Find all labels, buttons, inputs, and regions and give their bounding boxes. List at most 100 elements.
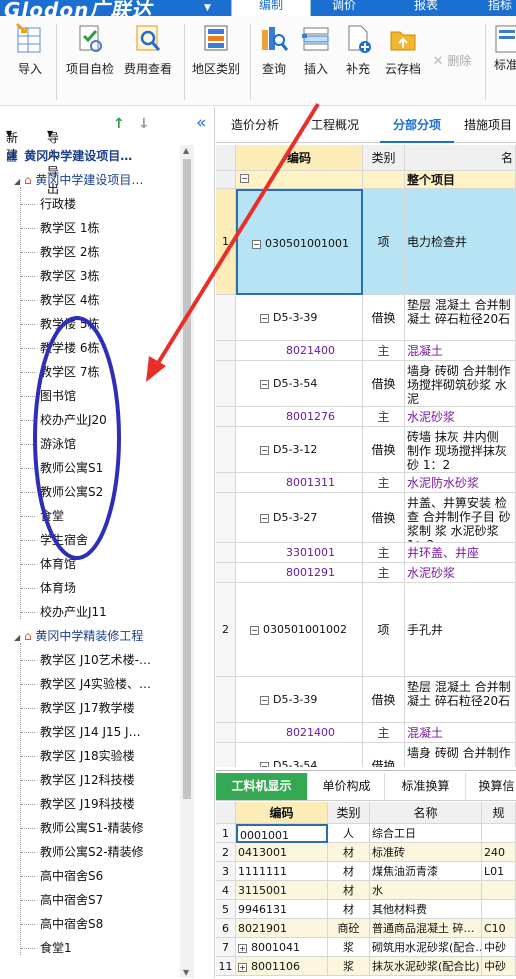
tree-scrollbar[interactable]: ▲ ▼ bbox=[180, 145, 194, 978]
cloud-archive-button[interactable]: 云存档 bbox=[380, 22, 426, 77]
tab-conversion-info[interactable]: 换算信 bbox=[467, 773, 516, 800]
row-code[interactable]: −030501001002 bbox=[236, 583, 363, 677]
tree-item[interactable]: 食堂 bbox=[40, 505, 64, 527]
query-button[interactable]: 查询 bbox=[256, 22, 292, 77]
resource-code[interactable]: +8001041 bbox=[236, 938, 328, 957]
header-code[interactable]: 编码 bbox=[236, 145, 363, 171]
collapse-icon[interactable]: − bbox=[260, 695, 269, 705]
resource-header-spec[interactable]: 规 bbox=[482, 802, 516, 824]
tree-item[interactable]: 教学区 4栋 bbox=[40, 289, 99, 311]
resource-header-name[interactable]: 名称 bbox=[370, 802, 482, 824]
tree-item[interactable]: 教学区 J18实验楼 bbox=[40, 745, 135, 767]
tree-item[interactable]: 教学区 J12科技楼 bbox=[40, 769, 135, 791]
tree-item[interactable]: 教学区 J19科技楼 bbox=[40, 793, 135, 815]
row-code[interactable]: − D5-3-39 bbox=[236, 677, 363, 723]
collapse-icon[interactable]: − bbox=[260, 313, 269, 323]
resource-header-code[interactable]: 编码 bbox=[236, 802, 328, 824]
cost-view-button[interactable]: 费用查看 bbox=[122, 22, 174, 77]
row-code[interactable]: 8001311 bbox=[236, 473, 363, 493]
row-code[interactable]: − D5-3-12 bbox=[236, 427, 363, 473]
tree-item[interactable]: 高中宿舍S7 bbox=[40, 889, 103, 911]
tab-project-overview[interactable]: 工程概况 bbox=[300, 107, 370, 143]
expand-icon[interactable]: + bbox=[238, 962, 247, 972]
tree-item[interactable]: 图书馆 bbox=[40, 385, 76, 407]
tree-item[interactable]: 学生宿舍 bbox=[40, 529, 88, 551]
row-code[interactable]: − D5-3-27 bbox=[236, 493, 363, 543]
collapse-icon[interactable]: − bbox=[260, 761, 269, 767]
tree-group-construction[interactable]: ◢ ⌂ 黄冈中学建设项目… bbox=[14, 169, 143, 191]
collapse-panel-icon[interactable]: « bbox=[196, 113, 206, 133]
tree-item[interactable]: 教师公寓S1-精装修 bbox=[40, 817, 144, 839]
tree-item[interactable]: 食堂1 bbox=[40, 937, 72, 959]
resource-code[interactable]: 9946131 bbox=[236, 900, 328, 919]
region-category-button[interactable]: 地区类别 bbox=[190, 22, 242, 77]
import-button[interactable]: 导入 bbox=[12, 22, 48, 77]
tab-resource-display[interactable]: 工料机显示 bbox=[216, 773, 308, 800]
tree-item[interactable]: 游泳馆 bbox=[40, 433, 76, 455]
header-type[interactable]: 类别 bbox=[363, 145, 405, 171]
tree-item[interactable]: 教学楼 5栋 bbox=[40, 313, 99, 335]
insert-button[interactable]: 插入 bbox=[298, 22, 334, 77]
row-code[interactable]: − D5-3-54 bbox=[236, 361, 363, 407]
row-code[interactable]: 8001276 bbox=[236, 407, 363, 427]
tree-item[interactable]: 教学区 J14 J15 J… bbox=[40, 721, 141, 743]
tab-zhibiao[interactable]: 指标 bbox=[480, 0, 516, 16]
tree-item[interactable]: 教学区 1栋 bbox=[40, 217, 99, 239]
collapse-icon[interactable]: − bbox=[260, 379, 269, 389]
move-up-icon[interactable]: ↑ bbox=[113, 116, 125, 132]
scroll-down-icon[interactable]: ▼ bbox=[183, 968, 189, 977]
row-code[interactable]: − D5-3-54 bbox=[236, 743, 363, 767]
tab-tiaojia[interactable]: 调价 bbox=[316, 0, 372, 16]
tree-item[interactable]: 教学区 3栋 bbox=[40, 265, 99, 287]
standard-button[interactable]: 标准 bbox=[494, 22, 516, 73]
scroll-up-icon[interactable]: ▲ bbox=[183, 146, 189, 155]
tree-item[interactable]: 教学区 7栋 bbox=[40, 361, 99, 383]
resource-code[interactable]: 1111111 bbox=[236, 862, 328, 881]
tree-item[interactable]: 教师公寓S2-精装修 bbox=[40, 841, 144, 863]
tree-item[interactable]: 教师公寓S2 bbox=[40, 481, 103, 503]
row-code[interactable]: 8021400 bbox=[236, 723, 363, 743]
expand-icon[interactable]: + bbox=[238, 943, 247, 953]
row-code[interactable]: 8021400 bbox=[236, 341, 363, 361]
collapse-icon[interactable]: − bbox=[250, 625, 259, 635]
supplement-button[interactable]: 补充 bbox=[340, 22, 376, 77]
row-code[interactable]: 8001291 bbox=[236, 563, 363, 583]
scroll-thumb[interactable] bbox=[183, 159, 191, 799]
section-toggle[interactable]: − bbox=[236, 171, 363, 189]
app-menu-dropdown-icon[interactable]: ▼ bbox=[204, 3, 211, 13]
resource-code[interactable]: 0001001 bbox=[236, 824, 328, 843]
row-code[interactable]: − D5-3-39 bbox=[236, 295, 363, 341]
header-name[interactable]: 名 bbox=[405, 145, 516, 171]
resource-code[interactable]: 3115001 bbox=[236, 881, 328, 900]
tree-item[interactable]: 行政楼 bbox=[40, 193, 76, 215]
tree-item[interactable]: 体育馆 bbox=[40, 553, 76, 575]
resource-code[interactable]: 0413001 bbox=[236, 843, 328, 862]
delete-button[interactable]: ✕ 删除 bbox=[428, 52, 476, 69]
resource-code[interactable]: 8021901 bbox=[236, 919, 328, 938]
move-down-icon[interactable]: ↓ bbox=[138, 116, 150, 132]
tree-item[interactable]: 教师公寓S1 bbox=[40, 457, 103, 479]
row-code[interactable]: −030501001001 bbox=[236, 189, 363, 295]
tab-measures[interactable]: 措施项目 bbox=[464, 107, 516, 143]
resource-code[interactable]: +8001106 bbox=[236, 957, 328, 976]
tab-baobiao[interactable]: 报表 bbox=[398, 0, 454, 16]
tree-item[interactable]: 高中宿舍S8 bbox=[40, 913, 103, 935]
tree-root[interactable]: ▦ 黄冈中学建设项目… bbox=[6, 145, 132, 167]
tree-item[interactable]: 校办产业J11 bbox=[40, 601, 107, 623]
tab-itemized[interactable]: 分部分项 bbox=[380, 107, 454, 143]
tab-bianzhi[interactable]: 编制 bbox=[231, 0, 311, 16]
collapse-icon[interactable]: − bbox=[260, 513, 269, 523]
tree-group-decoration[interactable]: ◢ ⌂ 黄冈中学精装修工程 bbox=[14, 625, 143, 647]
tab-unit-price[interactable]: 单价构成 bbox=[309, 773, 385, 800]
tree-item[interactable]: 教学楼 6栋 bbox=[40, 337, 99, 359]
tab-standard-conversion[interactable]: 标准换算 bbox=[386, 773, 466, 800]
tree-item[interactable]: 体育场 bbox=[40, 577, 76, 599]
collapse-icon[interactable]: − bbox=[252, 239, 261, 249]
tree-item[interactable]: 教学区 J17教学楼 bbox=[40, 697, 135, 719]
project-check-button[interactable]: 项目自检 bbox=[64, 22, 116, 77]
tree-item[interactable]: 校办产业J20 bbox=[40, 409, 107, 431]
tree-item[interactable]: 高中宿舍S6 bbox=[40, 865, 103, 887]
tab-cost-analysis[interactable]: 造价分析 bbox=[220, 107, 290, 143]
tree-item[interactable]: 教学区 J4实验楼、… bbox=[40, 673, 151, 695]
row-code[interactable]: 3301001 bbox=[236, 543, 363, 563]
